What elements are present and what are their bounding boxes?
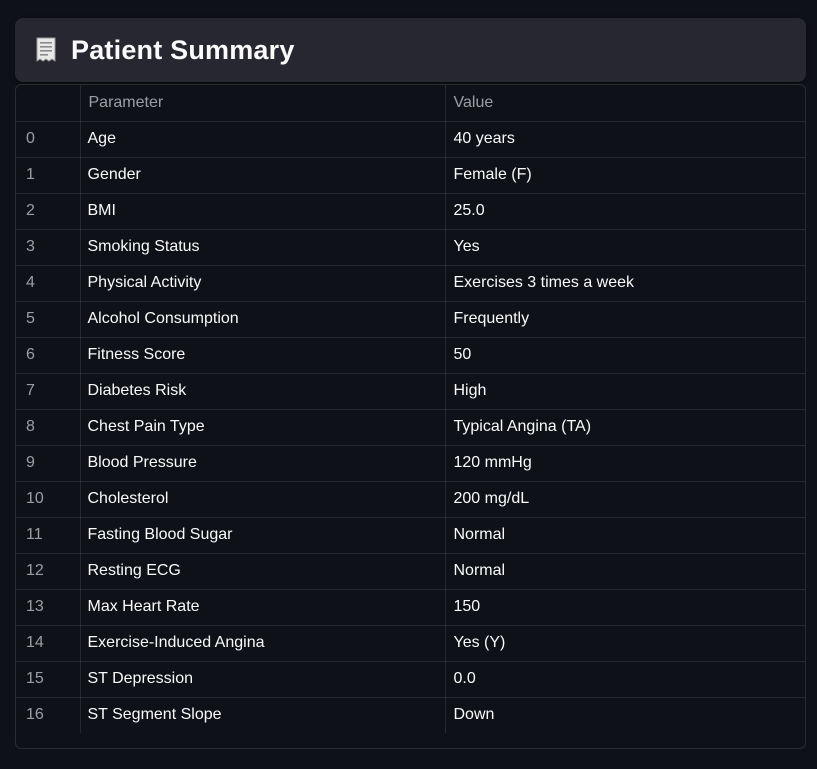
row-index[interactable]: 15 bbox=[16, 661, 81, 698]
row-index[interactable]: 11 bbox=[16, 517, 81, 554]
table-row: 14 Exercise-Induced Angina Yes (Y) bbox=[16, 625, 805, 662]
value-cell[interactable]: High bbox=[445, 373, 805, 410]
row-index[interactable]: 6 bbox=[16, 337, 81, 374]
parameter-cell[interactable]: Exercise-Induced Angina bbox=[80, 625, 446, 662]
summary-header: Patient Summary bbox=[15, 18, 806, 82]
parameter-cell[interactable]: Age bbox=[80, 121, 446, 158]
parameter-cell[interactable]: Gender bbox=[80, 157, 446, 194]
column-header-value[interactable]: Value bbox=[445, 85, 805, 122]
row-index[interactable]: 10 bbox=[16, 481, 81, 518]
table-row: 4 Physical Activity Exercises 3 times a we… bbox=[16, 265, 805, 302]
receipt-icon bbox=[35, 37, 57, 63]
table-row: 9 Blood Pressure 120 mmHg bbox=[16, 445, 805, 482]
table-row: 7 Diabetes Risk High bbox=[16, 373, 805, 410]
value-cell[interactable]: 0.0 bbox=[445, 661, 805, 698]
value-cell[interactable]: Yes (Y) bbox=[445, 625, 805, 662]
table-row: 13 Max Heart Rate 150 bbox=[16, 589, 805, 626]
value-cell[interactable]: Down bbox=[445, 697, 805, 733]
parameter-cell[interactable]: Diabetes Risk bbox=[80, 373, 446, 410]
parameter-cell[interactable]: Blood Pressure bbox=[80, 445, 446, 482]
table-row: 12 Resting ECG Normal bbox=[16, 553, 805, 590]
table-row: 11 Fasting Blood Sugar Normal bbox=[16, 517, 805, 554]
parameter-cell[interactable]: Resting ECG bbox=[80, 553, 446, 590]
value-cell[interactable]: 150 bbox=[445, 589, 805, 626]
value-cell[interactable]: 25.0 bbox=[445, 193, 805, 230]
value-cell[interactable]: Female (F) bbox=[445, 157, 805, 194]
parameter-cell[interactable]: ST Depression bbox=[80, 661, 446, 698]
value-cell[interactable]: 40 years bbox=[445, 121, 805, 158]
table-header-row: Parameter Value bbox=[16, 85, 805, 122]
parameter-cell[interactable]: Max Heart Rate bbox=[80, 589, 446, 626]
parameter-cell[interactable]: Physical Activity bbox=[80, 265, 446, 302]
table-row: 15 ST Depression 0.0 bbox=[16, 661, 805, 698]
row-index[interactable]: 9 bbox=[16, 445, 81, 482]
row-index[interactable]: 12 bbox=[16, 553, 81, 590]
value-cell[interactable]: Normal bbox=[445, 553, 805, 590]
row-index[interactable]: 7 bbox=[16, 373, 81, 410]
column-header-index[interactable] bbox=[16, 85, 81, 122]
table-row: 1 Gender Female (F) bbox=[16, 157, 805, 194]
parameter-cell[interactable]: ST Segment Slope bbox=[80, 697, 446, 733]
parameter-cell[interactable]: Fasting Blood Sugar bbox=[80, 517, 446, 554]
table-row: 16 ST Segment Slope Down bbox=[16, 697, 805, 733]
row-index[interactable]: 2 bbox=[16, 193, 81, 230]
row-index[interactable]: 16 bbox=[16, 697, 81, 733]
value-cell[interactable]: 50 bbox=[445, 337, 805, 374]
row-index[interactable]: 5 bbox=[16, 301, 81, 338]
row-index[interactable]: 1 bbox=[16, 157, 81, 194]
table-row: 3 Smoking Status Yes bbox=[16, 229, 805, 266]
row-index[interactable]: 4 bbox=[16, 265, 81, 302]
value-cell[interactable]: Frequently bbox=[445, 301, 805, 338]
parameter-cell[interactable]: Chest Pain Type bbox=[80, 409, 446, 446]
value-cell[interactable]: Yes bbox=[445, 229, 805, 266]
table-row: 8 Chest Pain Type Typical Angina (TA) bbox=[16, 409, 805, 446]
row-index[interactable]: 0 bbox=[16, 121, 81, 158]
parameter-cell[interactable]: Smoking Status bbox=[80, 229, 446, 266]
table-row: 6 Fitness Score 50 bbox=[16, 337, 805, 374]
row-index[interactable]: 13 bbox=[16, 589, 81, 626]
table-row: 0 Age 40 years bbox=[16, 121, 805, 158]
value-cell[interactable]: 200 mg/dL bbox=[445, 481, 805, 518]
patient-summary-table[interactable]: Parameter Value 0 Age 40 years 1 Gender Femal… bbox=[15, 84, 806, 749]
parameter-cell[interactable]: Alcohol Consumption bbox=[80, 301, 446, 338]
table-row: 2 BMI 25.0 bbox=[16, 193, 805, 230]
parameter-cell[interactable]: Fitness Score bbox=[80, 337, 446, 374]
row-index[interactable]: 3 bbox=[16, 229, 81, 266]
parameter-cell[interactable]: Cholesterol bbox=[80, 481, 446, 518]
parameter-cell[interactable]: BMI bbox=[80, 193, 446, 230]
value-cell[interactable]: Typical Angina (TA) bbox=[445, 409, 805, 446]
table-row: 10 Cholesterol 200 mg/dL bbox=[16, 481, 805, 518]
page-title: Patient Summary bbox=[71, 34, 295, 65]
value-cell[interactable]: 120 mmHg bbox=[445, 445, 805, 482]
table-row: 5 Alcohol Consumption Frequently bbox=[16, 301, 805, 338]
column-header-parameter[interactable]: Parameter bbox=[80, 85, 446, 122]
row-index[interactable]: 8 bbox=[16, 409, 81, 446]
row-index[interactable]: 14 bbox=[16, 625, 81, 662]
value-cell[interactable]: Exercises 3 times a week bbox=[445, 265, 805, 302]
value-cell[interactable]: Normal bbox=[445, 517, 805, 554]
